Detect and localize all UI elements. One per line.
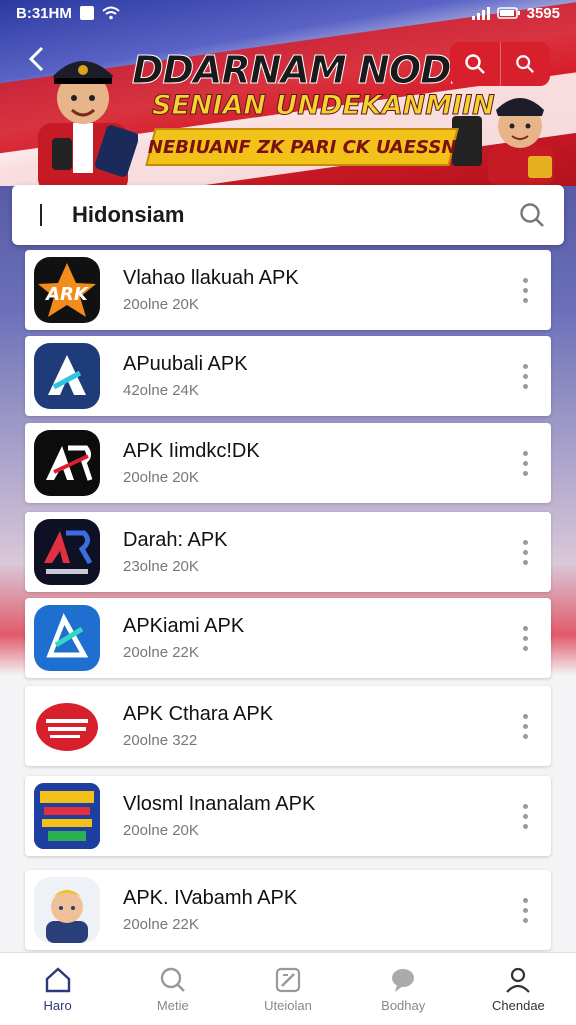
home-icon	[45, 966, 70, 992]
app-name: APKiami APK	[123, 615, 245, 637]
text-cursor	[40, 204, 42, 226]
avatar-icon	[34, 877, 100, 943]
wifi-icon	[102, 6, 120, 20]
chevron-left-icon	[28, 46, 44, 72]
app-meta: 20olne 22K	[123, 644, 199, 661]
list-item[interactable]: Darah: APK 23olne 20K	[25, 512, 551, 592]
svg-text:ARK: ARK	[44, 284, 90, 305]
status-bar: B:31HM 3595	[0, 0, 576, 26]
app-meta: 23olne 20K	[123, 558, 199, 575]
bottom-navigation: Haro Metie Uteiolan Bodhay Chendae	[0, 952, 576, 1025]
search-icon	[465, 54, 485, 74]
a-outline-icon	[34, 605, 100, 671]
list-item[interactable]: APK Iimdkc!DK 20olne 20K	[25, 423, 551, 503]
nav-label: Haro	[43, 997, 72, 1013]
top-action-group	[450, 42, 550, 86]
nav-label: Metie	[156, 997, 189, 1013]
app-name: Vlahao llakuah APK	[123, 267, 299, 289]
more-options-button[interactable]	[513, 356, 537, 396]
nav-item-chat[interactable]: Bodhay	[346, 953, 461, 1025]
search-icon	[160, 967, 185, 992]
app-name: Darah: APK	[123, 529, 228, 551]
search-icon	[516, 55, 535, 73]
search-button[interactable]	[450, 42, 501, 86]
app-meta: 20olne 20K	[123, 822, 199, 839]
app-meta: 20olne 20K	[123, 469, 199, 486]
status-right-text: 3595	[526, 4, 560, 22]
app-name: Vlosml Inanalam APK	[123, 793, 316, 815]
notification-icon	[79, 6, 94, 20]
search-input[interactable]: Hidonsiam	[72, 202, 518, 228]
more-options-button[interactable]	[513, 796, 537, 836]
more-options-button[interactable]	[513, 618, 537, 658]
app-meta: 20olne 322	[123, 732, 198, 749]
banner-ribbon-text: NEBIUANF ZK PARI CK UAESSN	[147, 136, 457, 158]
red-badge-icon	[34, 693, 100, 759]
list-item[interactable]: APK. IVabamh APK 20olne 22K	[25, 870, 551, 950]
chat-icon	[392, 968, 415, 992]
search-bar[interactable]: Hidonsiam	[12, 185, 564, 245]
promo-banner: B:31HM 3595 DDARNAM NODISI SENIAN UNDEKA…	[0, 0, 576, 186]
banner-ribbon: NEBIUANF ZK PARI CK UAESSN	[145, 128, 459, 166]
nav-item-edit[interactable]: Uteiolan	[230, 953, 345, 1025]
app-meta: 42olne 24K	[123, 382, 199, 399]
ark-icon: ARK	[34, 257, 100, 323]
search-icon[interactable]	[518, 201, 546, 229]
nav-item-profile[interactable]: Chendae	[461, 953, 576, 1025]
signal-icon	[471, 7, 490, 20]
game-poster-icon	[34, 783, 100, 849]
list-item[interactable]: ARK Vlahao llakuah APK 20olne 20K	[25, 250, 551, 330]
nav-label: Chendae	[492, 997, 545, 1013]
list-item[interactable]: APuubali APK 42olne 24K	[25, 336, 551, 416]
nav-item-search[interactable]: Metie	[115, 953, 230, 1025]
app-meta: 20olne 22K	[123, 916, 199, 933]
ar-black-icon	[34, 430, 100, 496]
app-meta: 20olne 20K	[123, 296, 199, 313]
more-options-button[interactable]	[513, 532, 537, 572]
edit-icon	[275, 967, 301, 992]
a-blue-icon	[34, 343, 100, 409]
app-name: APK Iimdkc!DK	[123, 440, 260, 462]
nav-label: Bodhay	[381, 997, 426, 1013]
nav-item-home[interactable]: Haro	[0, 953, 115, 1025]
battery-icon	[496, 7, 520, 19]
list-item[interactable]: Vlosml Inanalam APK 20olne 20K	[25, 776, 551, 856]
list-item[interactable]: APKiami APK 20olne 22K	[25, 598, 551, 678]
search-alt-button[interactable]	[501, 42, 551, 86]
app-name: APK. IVabamh APK	[123, 887, 298, 909]
more-options-button[interactable]	[513, 706, 537, 746]
app-name: APK Cthara APK	[123, 703, 274, 725]
banner-subtitle: SENIAN UNDEKANMIIN	[152, 90, 496, 122]
more-options-button[interactable]	[513, 890, 537, 930]
more-options-button[interactable]	[513, 443, 537, 483]
profile-icon	[506, 967, 531, 993]
ar-dark-icon	[34, 519, 100, 585]
more-options-button[interactable]	[513, 270, 537, 310]
banner-title: DDARNAM NODISI	[132, 48, 505, 93]
list-item[interactable]: APK Cthara APK 20olne 322	[25, 686, 551, 766]
app-name: APuubali APK	[123, 353, 248, 375]
nav-label: Uteiolan	[264, 997, 312, 1013]
status-time: B:31HM	[16, 4, 72, 22]
back-button[interactable]	[20, 44, 52, 80]
